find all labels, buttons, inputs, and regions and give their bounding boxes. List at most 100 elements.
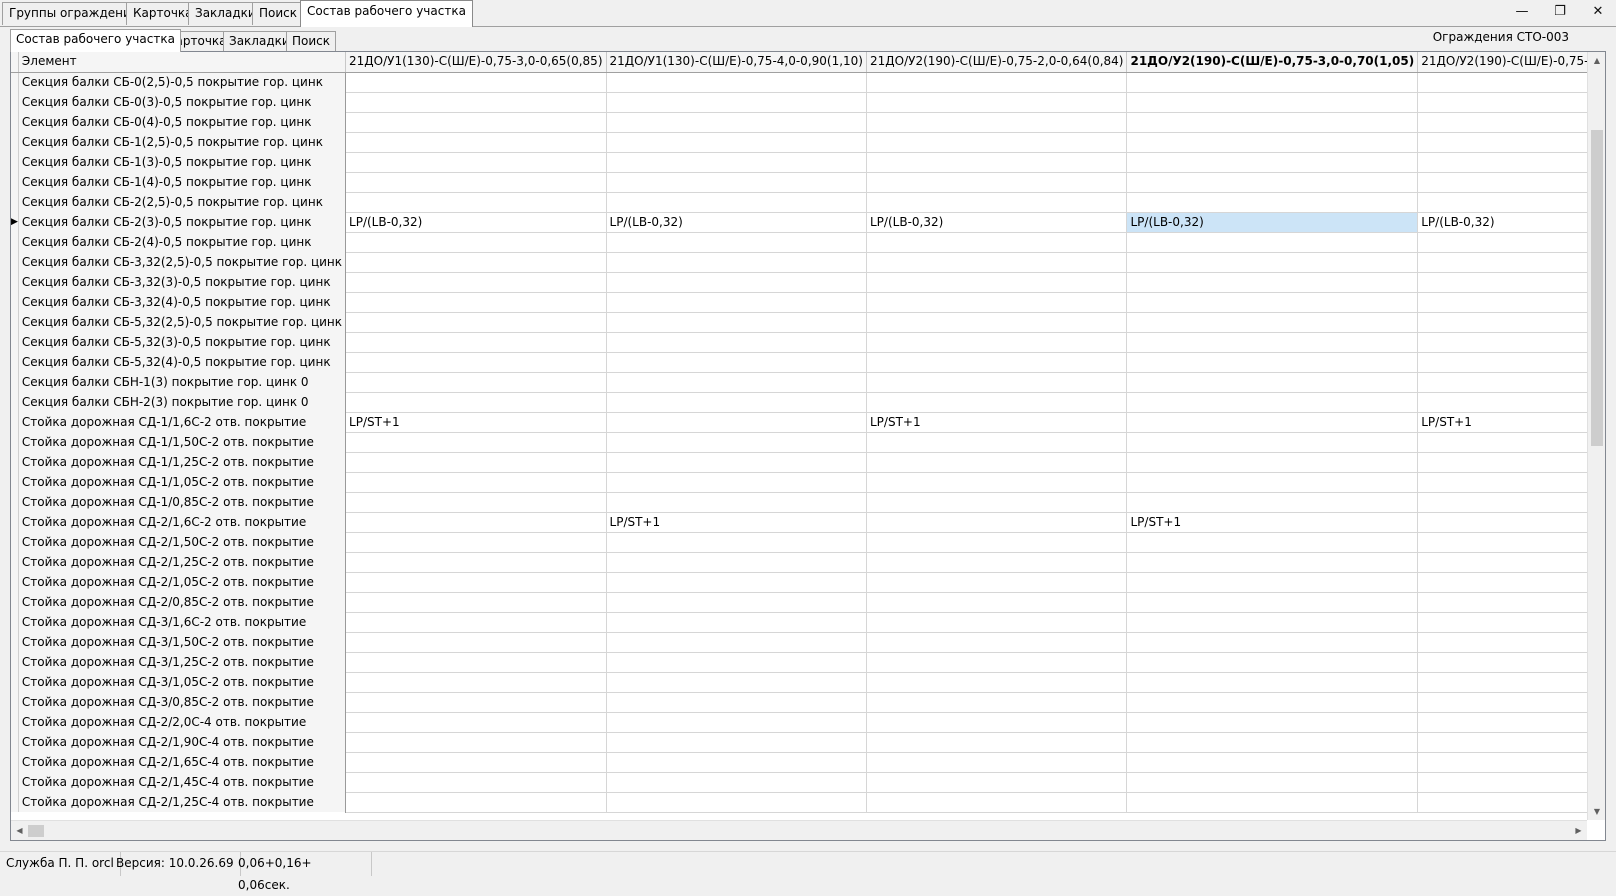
grid-cell[interactable] — [1126, 172, 1419, 193]
grid-cell[interactable] — [345, 712, 607, 733]
row-indicator[interactable] — [11, 412, 19, 432]
grid-cell[interactable] — [1126, 652, 1419, 673]
element-cell[interactable]: Стойка дорожная СД-2/1,25С-4 отв. покрыт… — [18, 792, 347, 812]
row-indicator[interactable] — [11, 692, 19, 712]
element-cell[interactable]: Секция балки СБ-2(2,5)-0,5 покрытие гор.… — [18, 192, 347, 212]
row-indicator[interactable] — [11, 192, 19, 212]
grid-cell[interactable] — [1126, 712, 1419, 733]
grid-cell[interactable] — [606, 232, 868, 253]
grid-cell[interactable] — [1417, 332, 1587, 353]
grid-cell[interactable] — [345, 532, 607, 553]
table-row[interactable]: Секция балки СБ-5,32(2,5)-0,5 покрытие г… — [11, 312, 1587, 333]
grid-cell[interactable] — [606, 472, 868, 493]
row-indicator[interactable] — [11, 392, 19, 412]
row-indicator[interactable] — [11, 472, 19, 492]
table-row[interactable]: Секция балки СБ-1(2,5)-0,5 покрытие гор.… — [11, 132, 1587, 153]
row-indicator[interactable] — [11, 712, 19, 732]
grid-cell[interactable] — [345, 552, 607, 573]
table-row[interactable]: Секция балки СБ-0(2,5)-0,5 покрытие гор.… — [11, 72, 1587, 93]
grid-cell[interactable] — [866, 512, 1128, 533]
grid-cell[interactable] — [606, 292, 868, 313]
scroll-up-icon[interactable]: ▲ — [1588, 52, 1606, 69]
element-cell[interactable]: Секция балки СБ-5,32(4)-0,5 покрытие гор… — [18, 352, 347, 372]
grid-cell[interactable] — [606, 112, 868, 133]
element-cell[interactable]: Секция балки СБ-3,32(3)-0,5 покрытие гор… — [18, 272, 347, 292]
row-indicator[interactable] — [11, 312, 19, 332]
grid-cell[interactable] — [345, 652, 607, 673]
grid-cell[interactable] — [606, 192, 868, 213]
row-indicator[interactable] — [11, 772, 19, 792]
table-row[interactable]: Стойка дорожная СД-2/1,6С-2 отв. покрыти… — [11, 512, 1587, 533]
grid-cell[interactable] — [866, 632, 1128, 653]
element-cell[interactable]: Секция балки СБ-5,32(3)-0,5 покрытие гор… — [18, 332, 347, 352]
element-cell[interactable]: Стойка дорожная СД-2/1,05С-2 отв. покрыт… — [18, 572, 347, 592]
element-cell[interactable]: Секция балки СБ-1(2,5)-0,5 покрытие гор.… — [18, 132, 347, 152]
table-row[interactable]: Стойка дорожная СД-1/1,6С-2 отв. покрыти… — [11, 412, 1587, 433]
grid-cell[interactable] — [1126, 772, 1419, 793]
grid-cell[interactable] — [1417, 252, 1587, 273]
element-cell[interactable]: Секция балки СБ-5,32(2,5)-0,5 покрытие г… — [18, 312, 347, 332]
column-header[interactable]: 21ДО/У2(190)-С(Ш/Е)-0,75-2,0-0,64(0,84) — [866, 52, 1128, 73]
table-row[interactable]: Стойка дорожная СД-1/1,50С-2 отв. покрыт… — [11, 432, 1587, 453]
grid-cell[interactable] — [606, 372, 868, 393]
grid-cell[interactable]: LP/(LB-0,32) — [866, 212, 1128, 233]
grid-cell[interactable] — [866, 432, 1128, 453]
scroll-down-icon[interactable]: ▼ — [1588, 803, 1606, 820]
grid-cell[interactable] — [606, 492, 868, 513]
row-indicator[interactable] — [11, 232, 19, 252]
grid-cell[interactable] — [606, 412, 868, 433]
grid-cell[interactable] — [1126, 412, 1419, 433]
scroll-left-icon[interactable]: ◀ — [11, 821, 28, 841]
grid-cell[interactable] — [1126, 632, 1419, 653]
grid-cell[interactable] — [1126, 312, 1419, 333]
grid-cell[interactable] — [1417, 792, 1587, 813]
element-cell[interactable]: Секция балки СБ-3,32(4)-0,5 покрытие гор… — [18, 292, 347, 312]
grid-cell[interactable] — [1126, 792, 1419, 813]
row-indicator[interactable] — [11, 752, 19, 772]
table-row[interactable]: Секция балки СБН-1(3) покрытие гор. цинк… — [11, 372, 1587, 393]
grid-cell[interactable] — [1417, 92, 1587, 113]
row-indicator[interactable] — [11, 352, 19, 372]
table-row[interactable]: Стойка дорожная СД-2/1,65С-4 отв. покрыт… — [11, 752, 1587, 773]
row-indicator[interactable] — [11, 72, 19, 92]
grid-cell[interactable] — [345, 452, 607, 473]
grid-cell[interactable] — [345, 672, 607, 693]
grid-cell[interactable] — [1126, 472, 1419, 493]
grid-cell[interactable] — [606, 592, 868, 613]
element-cell[interactable]: Секция балки СБ-2(3)-0,5 покрытие гор. ц… — [18, 212, 347, 232]
selected-grid-cell[interactable]: LP/(LB-0,32) — [1126, 212, 1419, 233]
grid-cell[interactable] — [1126, 232, 1419, 253]
grid-cell[interactable] — [606, 252, 868, 273]
element-cell[interactable]: Стойка дорожная СД-2/1,6С-2 отв. покрыти… — [18, 512, 347, 532]
grid-cell[interactable] — [345, 632, 607, 653]
element-cell[interactable]: Секция балки СБ-0(4)-0,5 покрытие гор. ц… — [18, 112, 347, 132]
grid-cell[interactable] — [866, 72, 1128, 93]
grid-cell[interactable] — [866, 232, 1128, 253]
row-indicator[interactable] — [11, 332, 19, 352]
grid-cell[interactable] — [1126, 252, 1419, 273]
grid-cell[interactable] — [1417, 452, 1587, 473]
close-icon[interactable]: ✕ — [1578, 0, 1616, 24]
grid-cell[interactable] — [606, 712, 868, 733]
grid-cell[interactable] — [866, 672, 1128, 693]
element-cell[interactable]: Секция балки СБН-1(3) покрытие гор. цинк… — [18, 372, 347, 392]
grid-cell[interactable] — [345, 772, 607, 793]
table-row[interactable]: Стойка дорожная СД-2/1,25С-2 отв. покрыт… — [11, 552, 1587, 573]
grid-cell[interactable] — [1417, 652, 1587, 673]
tab-fence-groups[interactable]: Группы ограждений — [2, 2, 146, 25]
row-indicator[interactable] — [11, 372, 19, 392]
tab-work-section[interactable]: Состав рабочего участка — [300, 0, 473, 27]
grid-cell[interactable] — [866, 392, 1128, 413]
grid-cell[interactable] — [345, 492, 607, 513]
grid-cell[interactable] — [1126, 292, 1419, 313]
grid-cell[interactable] — [345, 152, 607, 173]
tab-search[interactable]: Поиск — [252, 2, 305, 25]
row-indicator[interactable] — [11, 652, 19, 672]
grid-cell[interactable] — [606, 672, 868, 693]
grid-cell[interactable] — [1126, 152, 1419, 173]
element-cell[interactable]: Стойка дорожная СД-3/1,6С-2 отв. покрыти… — [18, 612, 347, 632]
grid-cell[interactable] — [345, 512, 607, 533]
grid-cell[interactable] — [1126, 352, 1419, 373]
element-cell[interactable]: Стойка дорожная СД-1/1,50С-2 отв. покрыт… — [18, 432, 347, 452]
grid-cell[interactable] — [345, 692, 607, 713]
